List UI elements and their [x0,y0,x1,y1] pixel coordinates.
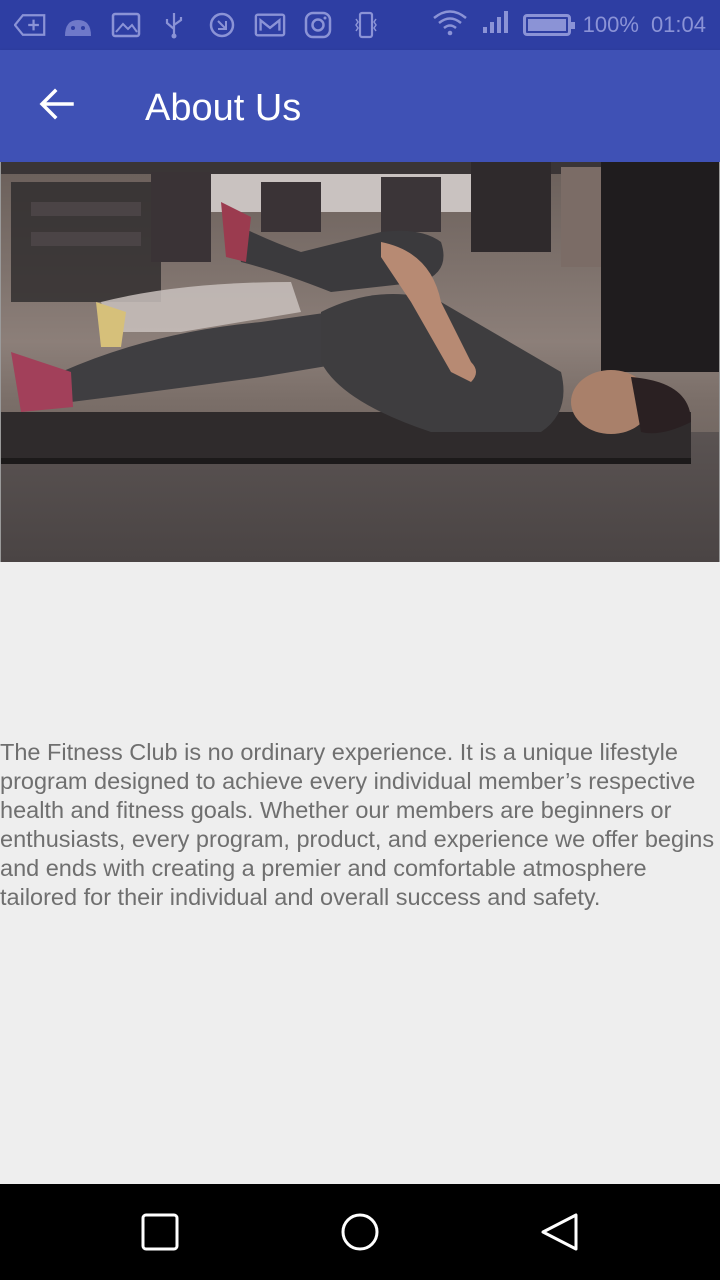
battery-percent: 100% [582,12,639,37]
about-description: The Fitness Club is no ordinary experien… [0,739,715,910]
image-icon [110,11,142,39]
clock: 01:04 [650,12,706,37]
android-icon [62,11,94,39]
nav-back-button[interactable] [530,1204,590,1264]
navigation-bar [0,1184,720,1280]
battery-icon [522,14,575,36]
arrow-back-icon [38,88,74,125]
mail-icon [254,11,286,39]
hero-image [0,162,720,562]
signal-icon [481,9,511,41]
back-icon [540,1212,580,1257]
recents-button[interactable] [130,1204,190,1264]
wifi-icon [431,8,469,42]
add-tab-icon [14,11,46,39]
notification-icons [14,11,382,39]
sync-icon [206,11,238,39]
instagram-icon [302,11,334,39]
recents-icon [140,1212,180,1257]
status-right: 100% 01:04 [431,8,706,42]
usb-icon [158,11,190,39]
home-icon [339,1211,381,1258]
status-bar: 100% 01:04 [0,0,720,50]
vibrate-icon [350,11,382,39]
page-title: About Us [145,87,302,129]
back-button[interactable] [28,78,84,134]
app-bar: About Us [0,50,720,162]
home-button[interactable] [330,1204,390,1264]
